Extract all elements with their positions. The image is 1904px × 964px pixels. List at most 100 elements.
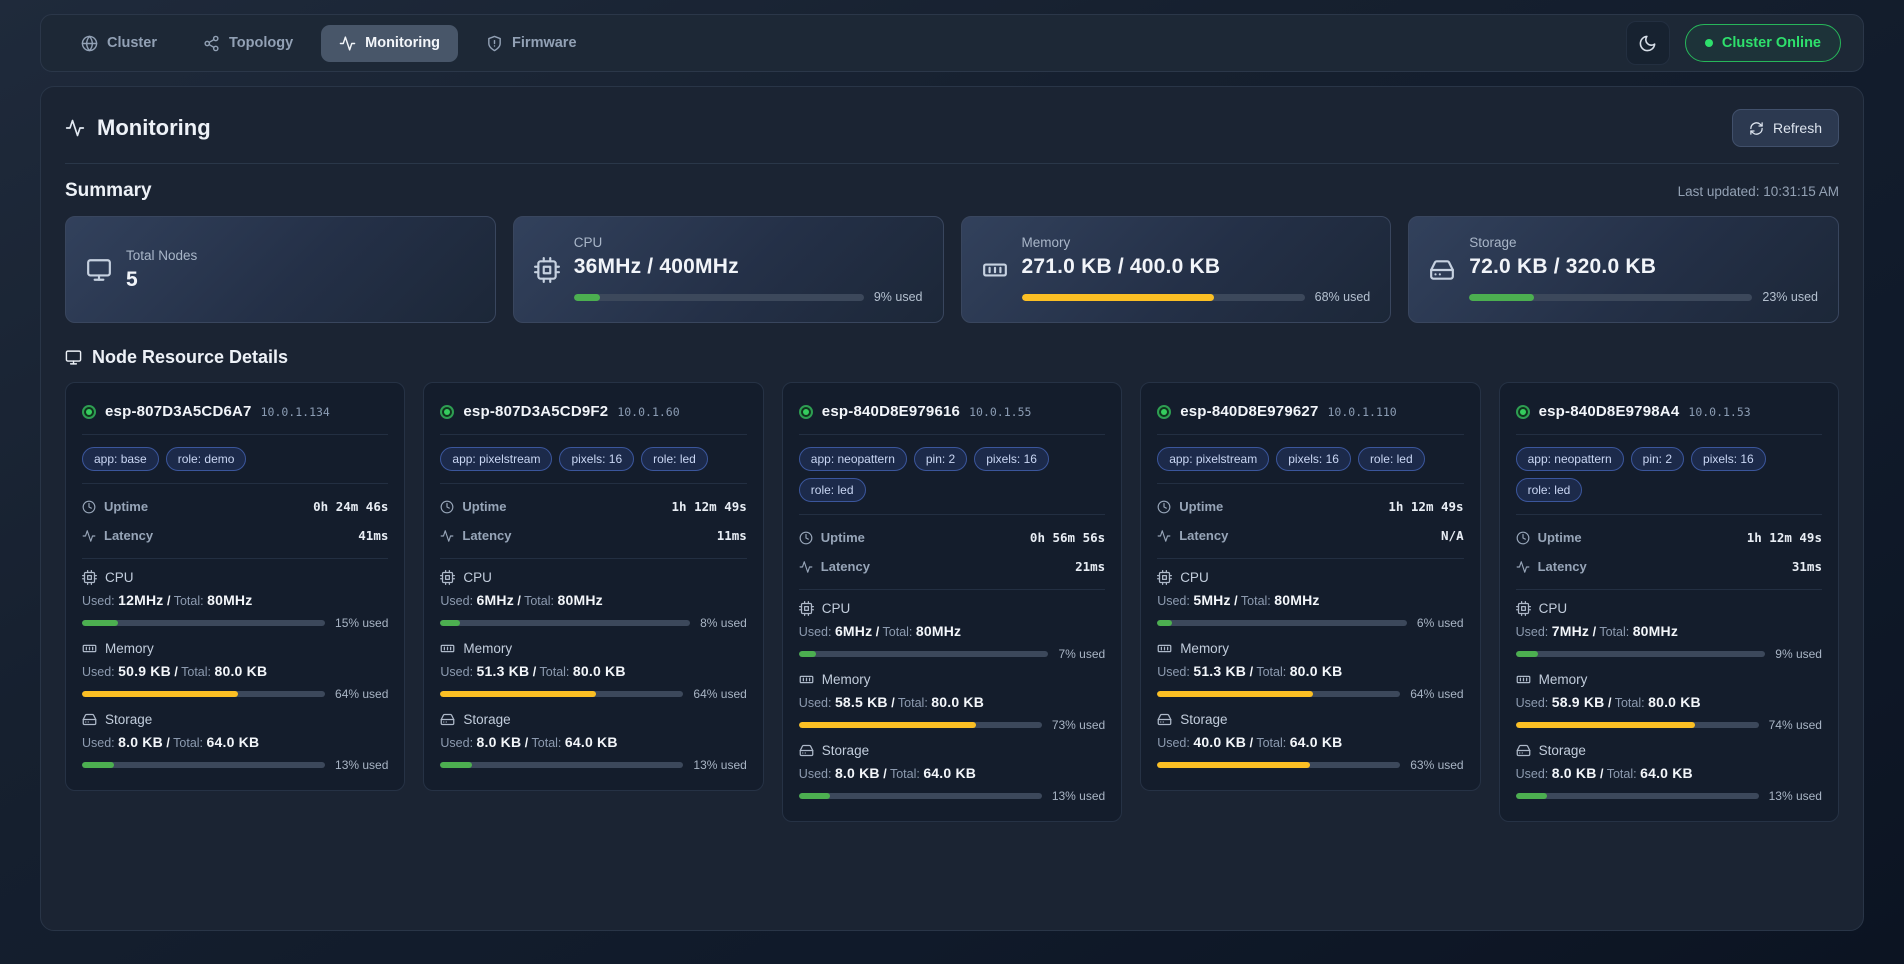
resource-usage: Used: 6MHz / Total: 80MHz	[799, 623, 1105, 639]
summary-card-value: 271.0 KB / 400.0 KB	[1022, 255, 1371, 279]
resource-name: CPU	[822, 601, 851, 616]
used-value: 7MHz	[1552, 623, 1589, 639]
resource-name: Storage	[463, 712, 510, 727]
tab-topology[interactable]: Topology	[185, 25, 311, 62]
node-storage-section: Storage Used: 8.0 KB / Total: 64.0 KB 13…	[1516, 743, 1822, 803]
divider	[440, 558, 746, 559]
progress-bar	[82, 620, 325, 626]
node-card: esp-807D3A5CD9F2 10.0.1.60 app: pixelstr…	[423, 382, 763, 791]
total-value: 80MHz	[1274, 592, 1319, 608]
refresh-icon	[1749, 121, 1764, 136]
storage-icon	[1157, 712, 1172, 727]
progress-bar-fill	[1516, 793, 1548, 799]
uptime-value: 0h 24m 46s	[313, 499, 388, 514]
summary-card: Memory 271.0 KB / 400.0 KB 68% used	[961, 216, 1392, 323]
percent-used-label: 15% used	[335, 616, 388, 630]
memory-icon	[799, 672, 814, 687]
progress-bar	[1516, 722, 1759, 728]
latency-row: Latency 11ms	[440, 521, 746, 550]
activity-icon	[65, 118, 85, 138]
refresh-button[interactable]: Refresh	[1732, 109, 1839, 147]
latency-label: Latency	[1179, 528, 1228, 543]
progress-bar-fill	[440, 620, 460, 626]
activity-icon	[1157, 529, 1171, 543]
percent-used-label: 68% used	[1315, 290, 1371, 304]
tab-firmware[interactable]: Firmware	[468, 25, 594, 62]
summary-header: Summary Last updated: 10:31:15 AM	[65, 180, 1839, 202]
node-name: esp-840D8E979627	[1180, 403, 1318, 420]
cluster-status-label: Cluster Online	[1722, 35, 1821, 51]
theme-toggle-button[interactable]	[1626, 21, 1670, 65]
cpu-icon	[1516, 601, 1531, 616]
progress-bar-fill	[82, 620, 118, 626]
activity-icon	[1516, 560, 1530, 574]
resource-usage: Used: 8.0 KB / Total: 64.0 KB	[440, 734, 746, 750]
tab-cluster[interactable]: Cluster	[63, 25, 175, 62]
used-label: Used:	[799, 696, 832, 710]
divider	[82, 434, 388, 435]
used-value: 6MHz	[835, 623, 872, 639]
node-online-dot-icon	[799, 405, 813, 419]
node-ip: 10.0.1.60	[617, 405, 679, 419]
summary-card-value: 72.0 KB / 320.0 KB	[1469, 255, 1818, 279]
progress-bar-fill	[799, 793, 831, 799]
tab-label: Firmware	[512, 35, 576, 51]
progress-bar-fill	[82, 762, 114, 768]
used-label: Used:	[1516, 767, 1549, 781]
node-tag: role: led	[641, 447, 708, 471]
progress-bar	[440, 762, 683, 768]
node-tag: app: base	[82, 447, 159, 471]
network-icon	[203, 35, 220, 52]
memory-icon	[1157, 641, 1172, 656]
total-value: 80.0 KB	[931, 694, 984, 710]
node-tag: pin: 2	[914, 447, 967, 471]
clock-icon	[1516, 531, 1530, 545]
node-tag: role: demo	[166, 447, 247, 471]
activity-icon	[82, 529, 96, 543]
node-tags: app: pixelstreampixels: 16role: led	[1157, 443, 1463, 475]
node-online-dot-icon	[440, 405, 454, 419]
node-cpu-section: CPU Used: 6MHz / Total: 80MHz 7% used	[799, 601, 1105, 661]
node-name: esp-807D3A5CD9F2	[463, 403, 608, 420]
progress-bar-fill	[1469, 294, 1534, 301]
percent-used-label: 6% used	[1417, 616, 1464, 630]
used-label: Used:	[799, 625, 832, 639]
tab-monitoring[interactable]: Monitoring	[321, 25, 458, 62]
used-value: 51.3 KB	[477, 663, 530, 679]
summary-card: Storage 72.0 KB / 320.0 KB 23% used	[1408, 216, 1839, 323]
node-cpu-section: CPU Used: 12MHz / Total: 80MHz 15% used	[82, 570, 388, 630]
total-value: 64.0 KB	[923, 765, 976, 781]
progress-bar	[1157, 762, 1400, 768]
used-label: Used:	[1157, 665, 1190, 679]
monitor-icon	[65, 349, 82, 366]
resource-name: Storage	[105, 712, 152, 727]
resource-usage: Used: 8.0 KB / Total: 64.0 KB	[1516, 765, 1822, 781]
refresh-button-label: Refresh	[1773, 120, 1822, 136]
used-label: Used:	[1516, 696, 1549, 710]
progress-bar	[1469, 294, 1752, 301]
total-value: 80MHz	[557, 592, 602, 608]
progress-bar	[82, 691, 325, 697]
resource-name: Memory	[463, 641, 512, 656]
used-value: 51.3 KB	[1193, 663, 1246, 679]
storage-icon	[1429, 257, 1455, 283]
percent-used-label: 13% used	[1052, 789, 1105, 803]
progress-bar-fill	[1157, 620, 1172, 626]
node-tag: role: led	[799, 478, 866, 502]
node-card: esp-840D8E979616 10.0.1.55 app: neopatte…	[782, 382, 1122, 822]
storage-icon	[799, 743, 814, 758]
divider	[65, 163, 1839, 164]
node-memory-section: Memory Used: 51.3 KB / Total: 80.0 KB 64…	[1157, 641, 1463, 701]
memory-icon	[440, 641, 455, 656]
globe-icon	[81, 35, 98, 52]
total-value: 64.0 KB	[1290, 734, 1343, 750]
latency-label: Latency	[462, 528, 511, 543]
uptime-value: 1h 12m 49s	[1388, 499, 1463, 514]
uptime-value: 1h 12m 49s	[672, 499, 747, 514]
total-label: Total:	[1607, 767, 1637, 781]
node-tag: pixels: 16	[1691, 447, 1766, 471]
divider	[1157, 558, 1463, 559]
resource-usage: Used: 8.0 KB / Total: 64.0 KB	[82, 734, 388, 750]
node-card-header: esp-840D8E979616 10.0.1.55	[799, 397, 1105, 426]
total-label: Total:	[898, 696, 928, 710]
